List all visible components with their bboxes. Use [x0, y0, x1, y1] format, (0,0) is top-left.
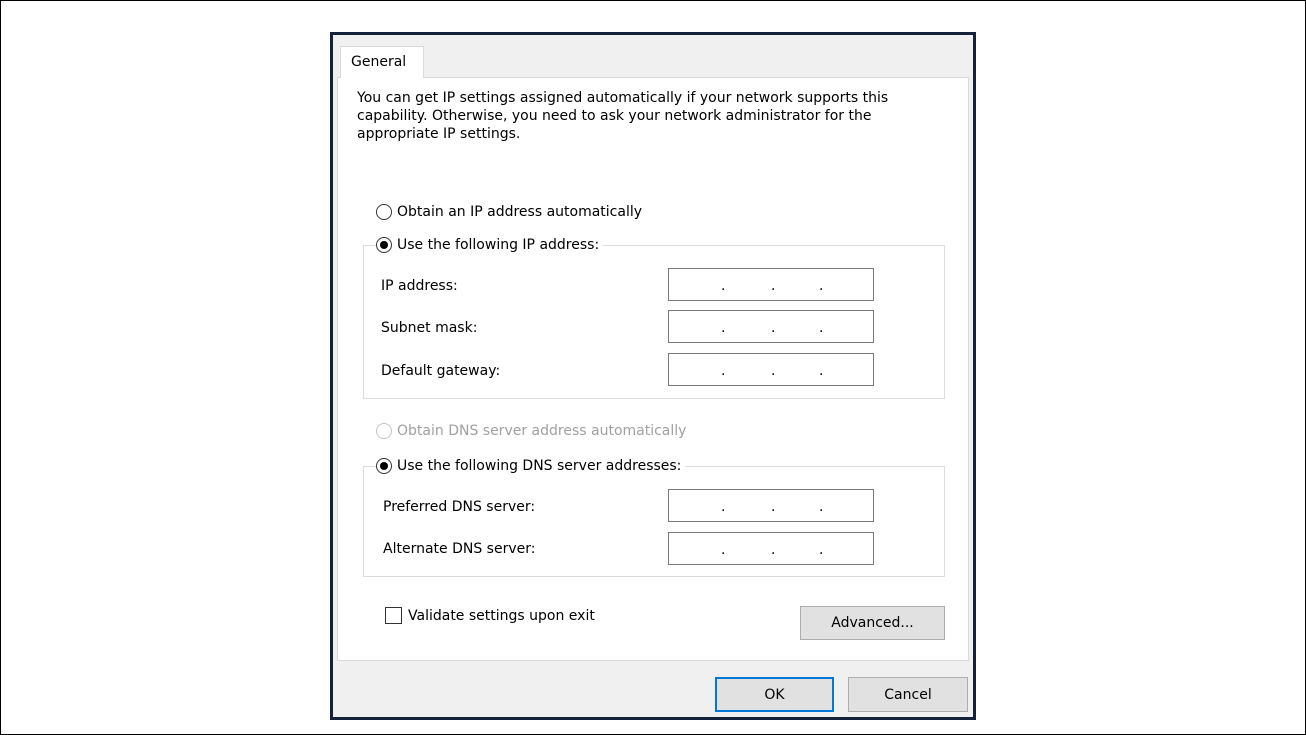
validate-label: Validate settings upon exit [408, 607, 595, 624]
cancel-button[interactable]: Cancel [848, 677, 968, 712]
alternate-dns-label: Alternate DNS server: [383, 541, 536, 557]
dns-manual-label: Use the following DNS server addresses: [397, 458, 682, 474]
ip-auto-radio-option[interactable]: Obtain an IP address automatically [376, 202, 647, 222]
ip-auto-label: Obtain an IP address automatically [397, 204, 643, 220]
subnet-mask-label: Subnet mask: [381, 320, 478, 336]
ip-manual-radio-option[interactable]: Use the following IP address: [376, 235, 604, 255]
default-gateway-input[interactable]: ... [668, 353, 874, 386]
validate-checkbox-option[interactable]: Validate settings upon exit [385, 607, 595, 624]
ip-address-label: IP address: [381, 278, 458, 294]
dns-manual-radio[interactable] [376, 458, 392, 474]
intro-text: You can get IP settings assigned automat… [357, 90, 889, 142]
default-gateway-label: Default gateway: [381, 363, 501, 379]
ok-button[interactable]: OK [715, 677, 834, 712]
alternate-dns-input[interactable]: ... [668, 532, 874, 565]
dns-auto-label: Obtain DNS server address automatically [397, 423, 687, 439]
validate-checkbox[interactable] [385, 607, 402, 624]
ipv4-properties-dialog: General You can get IP settings assigned… [330, 32, 976, 720]
preferred-dns-input[interactable]: ... [668, 489, 874, 522]
preferred-dns-label: Preferred DNS server: [383, 499, 536, 515]
dns-auto-radio[interactable] [376, 423, 392, 439]
dns-auto-radio-option[interactable]: Obtain DNS server address automatically [376, 421, 691, 441]
ip-address-input[interactable]: ... [668, 268, 874, 301]
ip-auto-radio[interactable] [376, 204, 392, 220]
dns-manual-radio-option[interactable]: Use the following DNS server addresses: [376, 456, 686, 476]
tab-general[interactable]: General [340, 46, 424, 78]
ip-manual-radio[interactable] [376, 237, 392, 253]
ip-manual-label: Use the following IP address: [397, 237, 600, 253]
subnet-mask-input[interactable]: ... [668, 310, 874, 343]
advanced-button[interactable]: Advanced... [800, 606, 945, 640]
